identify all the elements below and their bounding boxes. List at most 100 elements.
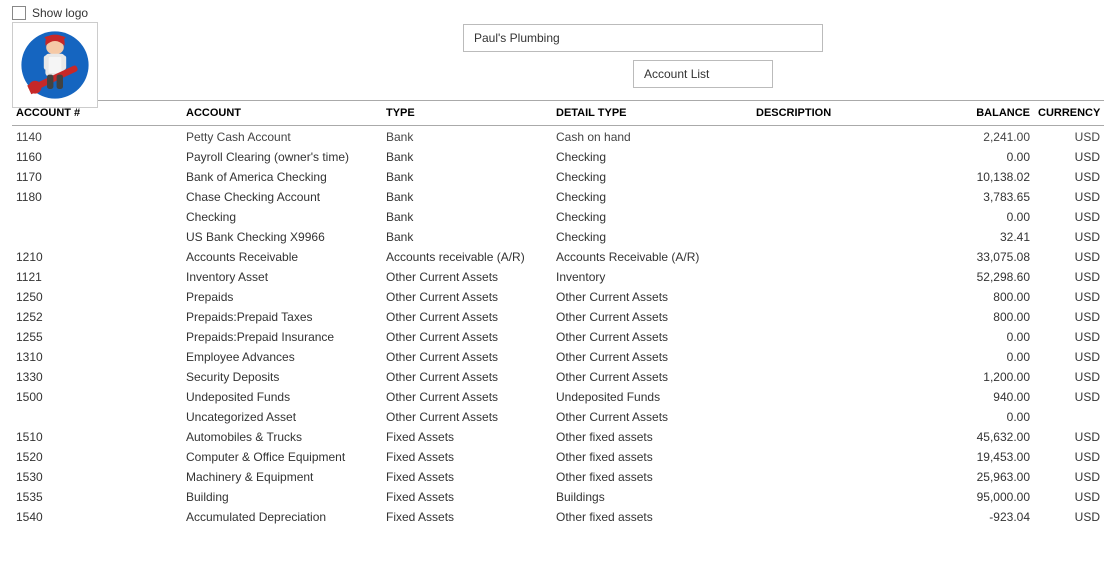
table-row[interactable]: 1210Accounts ReceivableAccounts receivab… xyxy=(12,247,1104,267)
company-logo[interactable] xyxy=(12,22,98,108)
description-cell xyxy=(752,247,944,267)
type-cell: Other Current Assets xyxy=(382,387,552,407)
currency-cell: USD xyxy=(1034,126,1104,148)
balance-cell: 1,200.00 xyxy=(944,367,1034,387)
table-row[interactable]: 1140Petty Cash AccountBankCash on hand2,… xyxy=(12,126,1104,148)
description-cell xyxy=(752,387,944,407)
balance-cell: -923.04 xyxy=(944,507,1034,527)
type-cell: Fixed Assets xyxy=(382,467,552,487)
description-cell xyxy=(752,507,944,527)
detail-type-cell: Cash on hand xyxy=(552,126,752,148)
type-cell: Other Current Assets xyxy=(382,347,552,367)
account-name-cell: Undeposited Funds xyxy=(182,387,382,407)
table-row[interactable]: 1252Prepaids:Prepaid TaxesOther Current … xyxy=(12,307,1104,327)
col-header-description[interactable]: DESCRIPTION xyxy=(752,101,944,126)
detail-type-cell: Other Current Assets xyxy=(552,307,752,327)
currency-cell: USD xyxy=(1034,327,1104,347)
show-logo-label: Show logo xyxy=(32,6,88,20)
account-name-cell: Petty Cash Account xyxy=(182,126,382,148)
table-row[interactable]: 1180Chase Checking AccountBankChecking3,… xyxy=(12,187,1104,207)
table-row[interactable]: 1255Prepaids:Prepaid InsuranceOther Curr… xyxy=(12,327,1104,347)
table-row[interactable]: 1520Computer & Office EquipmentFixed Ass… xyxy=(12,447,1104,467)
detail-type-cell: Other fixed assets xyxy=(552,467,752,487)
detail-type-cell: Other Current Assets xyxy=(552,347,752,367)
table-row[interactable]: 1330Security DepositsOther Current Asset… xyxy=(12,367,1104,387)
table-row[interactable]: 1540Accumulated DepreciationFixed Assets… xyxy=(12,507,1104,527)
balance-cell: 0.00 xyxy=(944,347,1034,367)
currency-cell: USD xyxy=(1034,507,1104,527)
account-num-cell: 1535 xyxy=(12,487,182,507)
account-num-cell: 1310 xyxy=(12,347,182,367)
balance-cell: 0.00 xyxy=(944,407,1034,427)
currency-cell: USD xyxy=(1034,447,1104,467)
balance-cell: 19,453.00 xyxy=(944,447,1034,467)
account-name-cell: Prepaids xyxy=(182,287,382,307)
description-cell xyxy=(752,126,944,148)
table-row[interactable]: Uncategorized AssetOther Current AssetsO… xyxy=(12,407,1104,427)
table-row[interactable]: 1160Payroll Clearing (owner's time)BankC… xyxy=(12,147,1104,167)
table-row[interactable]: 1170Bank of America CheckingBankChecking… xyxy=(12,167,1104,187)
detail-type-cell: Other Current Assets xyxy=(552,327,752,347)
description-cell xyxy=(752,307,944,327)
type-cell: Other Current Assets xyxy=(382,367,552,387)
detail-type-cell: Other Current Assets xyxy=(552,287,752,307)
detail-type-cell: Buildings xyxy=(552,487,752,507)
type-cell: Bank xyxy=(382,227,552,247)
table-row[interactable]: 1310Employee AdvancesOther Current Asset… xyxy=(12,347,1104,367)
balance-cell: 32.41 xyxy=(944,227,1034,247)
table-row[interactable]: 1500Undeposited FundsOther Current Asset… xyxy=(12,387,1104,407)
detail-type-cell: Accounts Receivable (A/R) xyxy=(552,247,752,267)
type-cell: Fixed Assets xyxy=(382,487,552,507)
account-name-cell: Bank of America Checking xyxy=(182,167,382,187)
account-name-cell: Chase Checking Account xyxy=(182,187,382,207)
balance-cell: 0.00 xyxy=(944,147,1034,167)
detail-type-cell: Undeposited Funds xyxy=(552,387,752,407)
account-name-cell: Prepaids:Prepaid Taxes xyxy=(182,307,382,327)
table-row[interactable]: US Bank Checking X9966BankChecking32.41U… xyxy=(12,227,1104,247)
table-row[interactable]: 1535BuildingFixed AssetsBuildings95,000.… xyxy=(12,487,1104,507)
plumber-logo-icon xyxy=(15,25,95,105)
balance-cell: 52,298.60 xyxy=(944,267,1034,287)
detail-type-cell: Other fixed assets xyxy=(552,427,752,447)
description-cell xyxy=(752,287,944,307)
report-title-input[interactable] xyxy=(633,60,773,88)
account-name-cell: Accounts Receivable xyxy=(182,247,382,267)
type-cell: Bank xyxy=(382,207,552,227)
account-name-cell: Machinery & Equipment xyxy=(182,467,382,487)
balance-cell: 0.00 xyxy=(944,327,1034,347)
detail-type-cell: Checking xyxy=(552,167,752,187)
account-name-cell: Payroll Clearing (owner's time) xyxy=(182,147,382,167)
col-header-detail-type[interactable]: DETAIL TYPE xyxy=(552,101,752,126)
currency-cell: USD xyxy=(1034,487,1104,507)
account-num-cell: 1170 xyxy=(12,167,182,187)
table-row[interactable]: 1510Automobiles & TrucksFixed AssetsOthe… xyxy=(12,427,1104,447)
type-cell: Bank xyxy=(382,126,552,148)
col-header-currency[interactable]: CURRENCY xyxy=(1034,101,1104,126)
account-name-cell: Accumulated Depreciation xyxy=(182,507,382,527)
account-num-cell: 1180 xyxy=(12,187,182,207)
table-row[interactable]: CheckingBankChecking0.00USD xyxy=(12,207,1104,227)
currency-cell: USD xyxy=(1034,387,1104,407)
account-list-table: ACCOUNT # ACCOUNT TYPE DETAIL TYPE DESCR… xyxy=(12,100,1104,527)
account-num-cell: 1255 xyxy=(12,327,182,347)
table-row[interactable]: 1121Inventory AssetOther Current AssetsI… xyxy=(12,267,1104,287)
balance-cell: 45,632.00 xyxy=(944,427,1034,447)
col-header-type[interactable]: TYPE xyxy=(382,101,552,126)
account-num-cell: 1510 xyxy=(12,427,182,447)
balance-cell: 800.00 xyxy=(944,287,1034,307)
currency-cell: USD xyxy=(1034,467,1104,487)
table-row[interactable]: 1250PrepaidsOther Current AssetsOther Cu… xyxy=(12,287,1104,307)
account-name-cell: Building xyxy=(182,487,382,507)
type-cell: Bank xyxy=(382,167,552,187)
col-header-balance[interactable]: BALANCE xyxy=(944,101,1034,126)
table-row[interactable]: 1530Machinery & EquipmentFixed AssetsOth… xyxy=(12,467,1104,487)
type-cell: Fixed Assets xyxy=(382,447,552,467)
show-logo-checkbox[interactable] xyxy=(12,6,26,20)
account-num-cell: 1520 xyxy=(12,447,182,467)
col-header-account[interactable]: ACCOUNT xyxy=(182,101,382,126)
balance-cell: 3,783.65 xyxy=(944,187,1034,207)
account-num-cell: 1330 xyxy=(12,367,182,387)
account-num-cell: 1160 xyxy=(12,147,182,167)
description-cell xyxy=(752,227,944,247)
company-name-input[interactable] xyxy=(463,24,823,52)
